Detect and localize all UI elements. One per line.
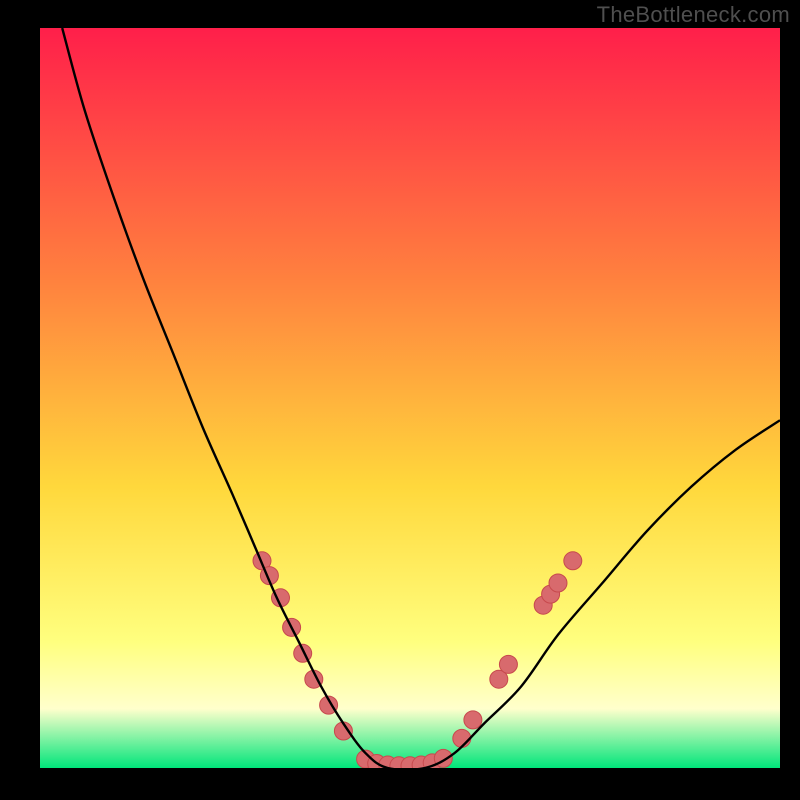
data-marker (453, 729, 471, 747)
watermark-label: TheBottleneck.com (597, 2, 790, 28)
data-marker (499, 655, 517, 673)
plot-svg (40, 28, 780, 768)
gradient-background (40, 28, 780, 768)
plot-area (40, 28, 780, 768)
data-marker (549, 574, 567, 592)
data-marker (464, 711, 482, 729)
data-marker (564, 552, 582, 570)
chart-container: TheBottleneck.com (0, 0, 800, 800)
